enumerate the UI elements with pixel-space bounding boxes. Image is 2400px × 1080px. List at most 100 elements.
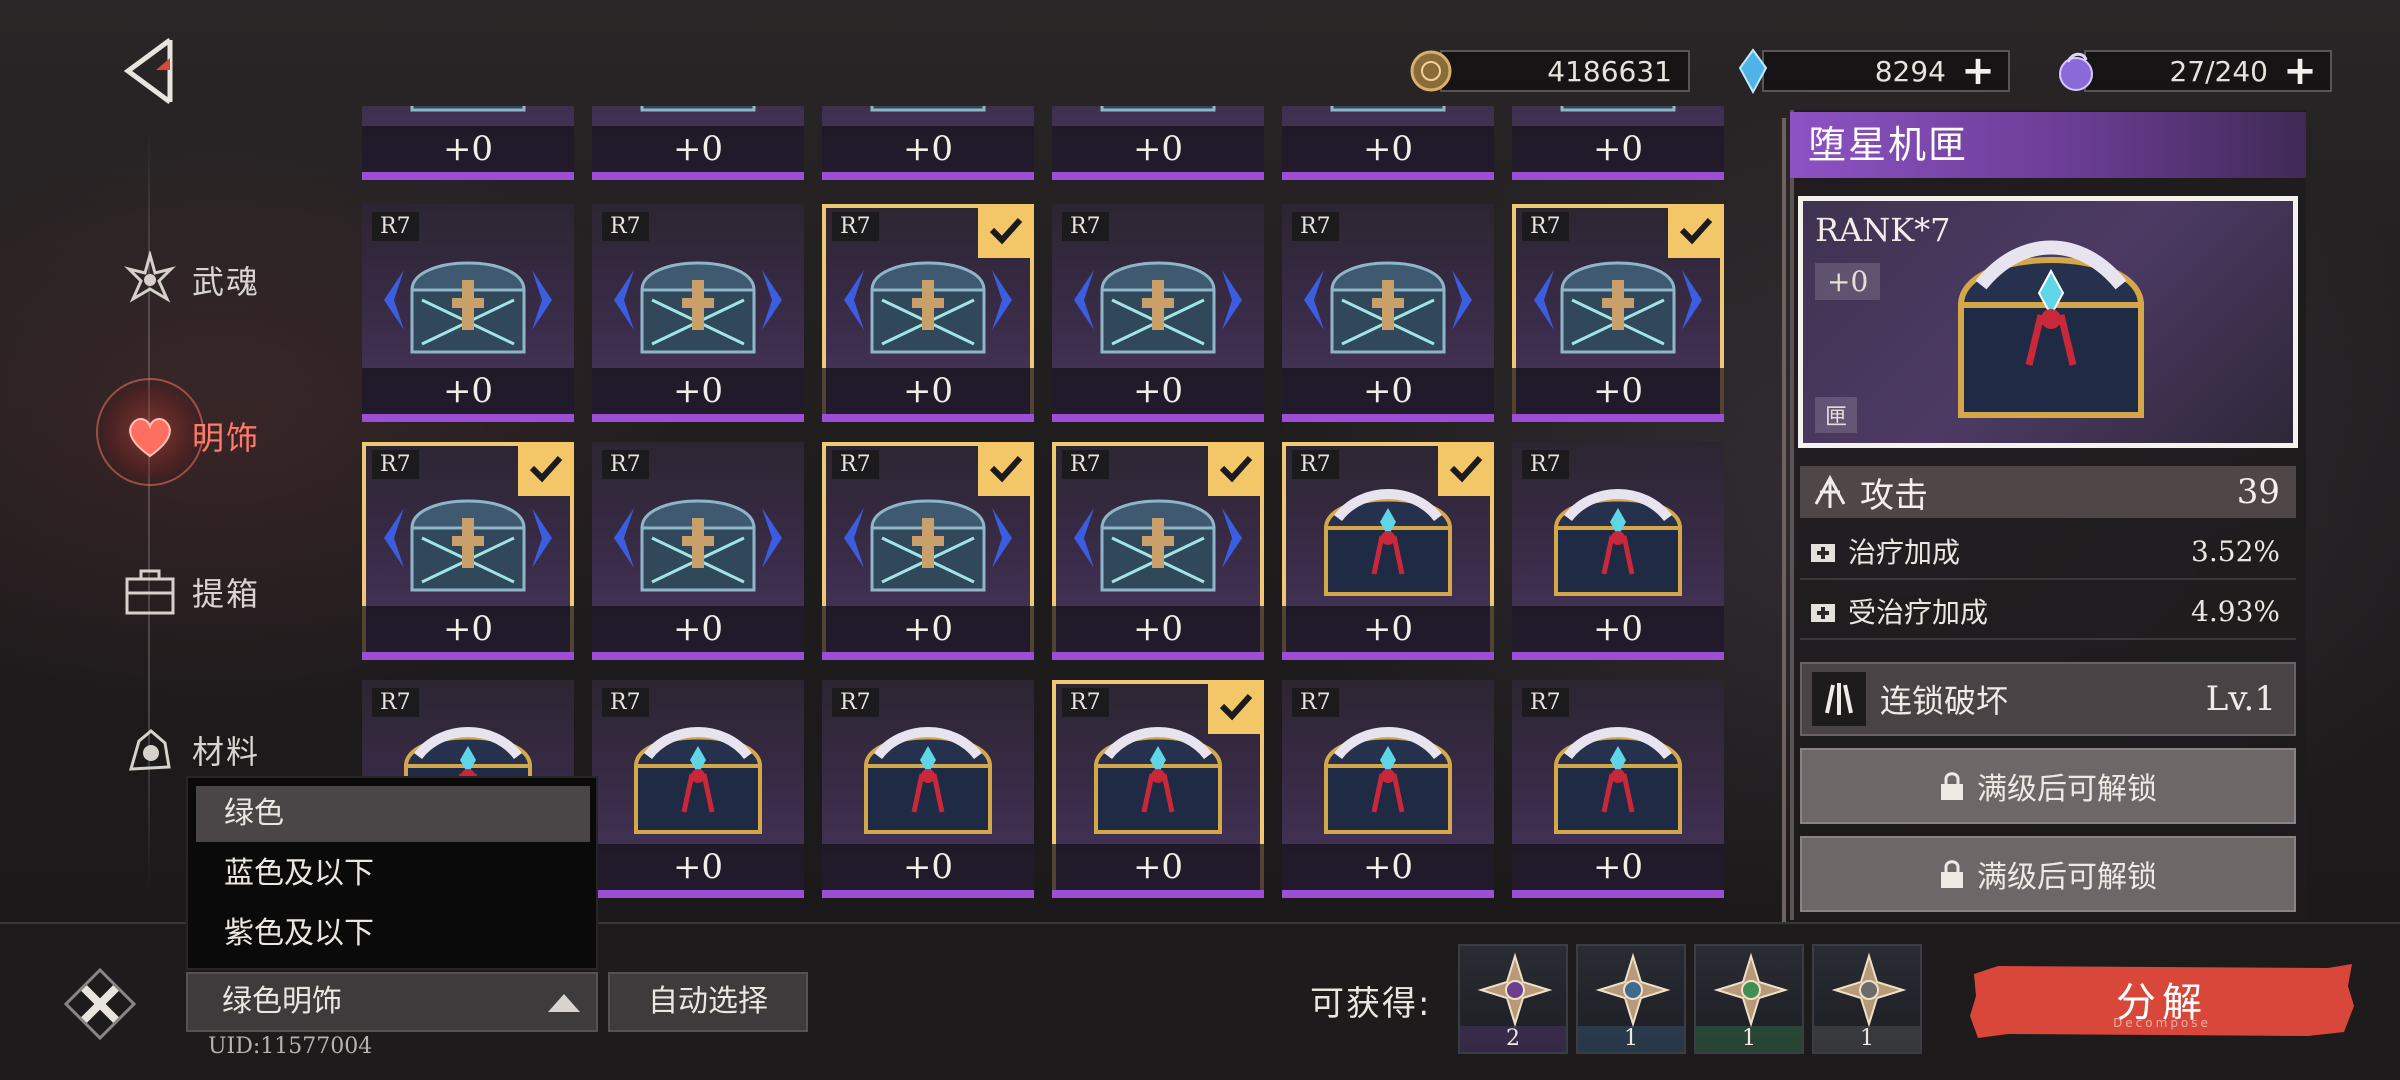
item-card[interactable]: R7 +0: [822, 442, 1034, 660]
check-icon: [529, 455, 563, 483]
skill-row[interactable]: 连锁破坏 Lv.1: [1800, 662, 2296, 736]
item-card[interactable]: R7 +0: [592, 680, 804, 898]
reward-item[interactable]: 2: [1458, 944, 1568, 1054]
item-card[interactable]: R7 +0: [1282, 442, 1494, 660]
item-card[interactable]: R7 +0: [822, 680, 1034, 898]
item-rank-badge: R7: [372, 212, 419, 241]
item-rank-badge: R7: [602, 212, 649, 241]
item-rank-badge: R7: [372, 688, 419, 717]
item-card[interactable]: R7 +0: [1282, 204, 1494, 422]
lock-icon: [1941, 772, 1963, 800]
back-button[interactable]: [118, 34, 184, 108]
rarity-bar: [362, 652, 574, 660]
item-card[interactable]: R7 +0: [1052, 442, 1264, 660]
rarity-bar: [592, 652, 804, 660]
stamina-orb-icon: [2059, 52, 2093, 91]
rarity-bar: [1052, 652, 1264, 660]
decompose-button[interactable]: 分解 Decompose: [1968, 962, 2356, 1038]
skill-level: Lv.1: [2205, 679, 2276, 719]
item-card[interactable]: R7 +0: [362, 442, 574, 660]
rarity-bar: [592, 890, 804, 898]
rarity-bar: [1512, 414, 1724, 422]
stat-label: 受治疗加成: [1848, 596, 1989, 629]
stat-row: 受治疗加成 4.93%: [1800, 584, 2296, 640]
selected-check: [1208, 442, 1264, 496]
item-rank-badge: R7: [1292, 212, 1339, 241]
item-card[interactable]: R7 +0: [1052, 680, 1264, 898]
item-preview: RANK*7 +0 匣: [1798, 196, 2298, 448]
reward-item[interactable]: 1: [1576, 944, 1686, 1054]
blue-chest-icon: [410, 106, 526, 112]
item-card[interactable]: +0: [1282, 106, 1494, 180]
add-crystal-button[interactable]: +: [1958, 48, 1998, 94]
check-icon: [1219, 455, 1253, 483]
item-rank-badge: R7: [832, 688, 879, 717]
item-card[interactable]: +0: [592, 106, 804, 180]
decompose-sublabel: Decompose: [2113, 1016, 2211, 1030]
item-card[interactable]: R7 +0: [1512, 680, 1724, 898]
filter-option[interactable]: 绿色: [196, 786, 590, 842]
soul-icon: [118, 248, 182, 312]
rarity-bar: [1052, 414, 1264, 422]
resource-gold: 4186631: [1408, 50, 1690, 92]
filter-selected: 绿色明饰: [222, 984, 342, 1019]
attack-stat: 攻击 39: [1800, 466, 2296, 518]
item-card[interactable]: +0: [822, 106, 1034, 180]
item-card[interactable]: +0: [362, 106, 574, 180]
rarity-bar: [1052, 890, 1264, 898]
filter-option[interactable]: 紫色及以下: [196, 906, 590, 962]
rarity-bar: [822, 172, 1034, 180]
close-button[interactable]: [62, 966, 138, 1042]
item-card[interactable]: R7 +0: [1282, 680, 1494, 898]
nav-item-wuhun[interactable]: 武魂: [118, 248, 260, 312]
item-rank-badge: R7: [1292, 450, 1339, 479]
item-count: +0: [822, 844, 1034, 890]
stat-value: 3.52%: [2191, 534, 2280, 568]
attack-value: 39: [2236, 472, 2280, 512]
item-count: +0: [362, 368, 574, 414]
item-rank-badge: R7: [1062, 450, 1109, 479]
nav-item-cailiao[interactable]: 材料: [118, 718, 260, 782]
nav-item-tixiang[interactable]: 提箱: [118, 560, 260, 624]
item-rank-badge: R7: [1062, 212, 1109, 241]
lock-icon: [1941, 860, 1963, 888]
item-count: +0: [362, 606, 574, 652]
selected-check: [518, 442, 574, 496]
blue-chest-icon: [844, 499, 1012, 592]
nav-label: 材料: [192, 733, 261, 771]
nav-label: 明饰: [192, 419, 261, 457]
medkit-icon: [1811, 604, 1835, 622]
auto-select-button[interactable]: 自动选择: [608, 972, 808, 1032]
item-count: +0: [1282, 126, 1494, 172]
item-card[interactable]: R7 +0: [362, 204, 574, 422]
blue-chest-icon: [614, 261, 782, 354]
blue-chest-icon: [1100, 106, 1216, 112]
nav-item-mingshi[interactable]: 明饰: [118, 404, 260, 468]
check-icon: [1679, 217, 1713, 245]
item-card[interactable]: R7 +0: [592, 442, 804, 660]
crystal-icon: [1738, 48, 1768, 94]
filter-option[interactable]: 蓝色及以下: [196, 846, 590, 902]
item-card[interactable]: R7 +0: [1512, 204, 1724, 422]
item-card[interactable]: R7 +0: [592, 204, 804, 422]
reward-item[interactable]: 1: [1812, 944, 1922, 1054]
item-card[interactable]: +0: [1052, 106, 1264, 180]
item-card[interactable]: R7 +0: [1512, 442, 1724, 660]
item-count: +0: [1512, 368, 1724, 414]
item-rank-badge: R7: [832, 212, 879, 241]
heart-emblem-icon: [118, 404, 182, 468]
filter-dropdown[interactable]: 绿色明饰: [186, 972, 598, 1032]
rarity-bar: [1512, 890, 1724, 898]
nav-label: 武魂: [192, 263, 261, 301]
item-count: +0: [592, 844, 804, 890]
back-arrow-icon: [123, 37, 173, 105]
add-stamina-button[interactable]: +: [2280, 48, 2320, 94]
item-card[interactable]: R7 +0: [1052, 204, 1264, 422]
item-card[interactable]: +0: [1512, 106, 1724, 180]
item-card[interactable]: R7 +0: [822, 204, 1034, 422]
skill-name: 连锁破坏: [1880, 682, 2009, 720]
item-count: +0: [1052, 368, 1264, 414]
item-count: +0: [592, 126, 804, 172]
reward-item[interactable]: 1: [1694, 944, 1804, 1054]
item-level: +0: [1815, 263, 1881, 300]
